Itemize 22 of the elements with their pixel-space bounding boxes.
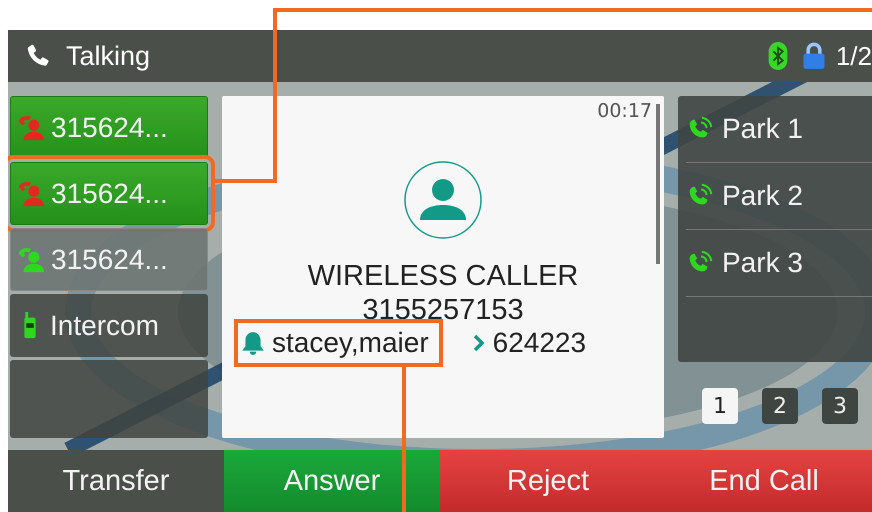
caller-name: WIRELESS CALLER bbox=[308, 260, 578, 293]
softkey-button[interactable]: Reject bbox=[440, 450, 656, 512]
line-key[interactable]: 315624... bbox=[10, 228, 208, 291]
page-button[interactable]: 3 bbox=[822, 388, 858, 424]
page-indicator: 1/2 bbox=[836, 40, 872, 72]
chevron-right-icon bbox=[472, 333, 485, 353]
status-title: Talking bbox=[66, 40, 150, 72]
empty-line-key[interactable] bbox=[10, 360, 208, 438]
park-key[interactable]: Park 2 bbox=[686, 163, 872, 230]
bell-icon bbox=[240, 330, 266, 356]
page-button[interactable]: 2 bbox=[762, 388, 798, 424]
page-button[interactable]: 1 bbox=[702, 388, 738, 424]
contact-entry: stacey,maier bbox=[240, 325, 437, 361]
forward-number: 624223 bbox=[492, 327, 586, 359]
softkey-button[interactable]: Transfer bbox=[8, 450, 224, 512]
park-key[interactable]: Park 3 bbox=[686, 230, 872, 297]
person-avatar-icon bbox=[403, 160, 483, 240]
park-key[interactable]: Park 1 bbox=[686, 96, 872, 163]
line-key[interactable]: Intercom bbox=[10, 294, 208, 357]
call-timer: 00:17 bbox=[597, 100, 652, 122]
softkey-button[interactable]: End Call bbox=[656, 450, 872, 512]
caller-number: 3155257153 bbox=[362, 295, 524, 325]
